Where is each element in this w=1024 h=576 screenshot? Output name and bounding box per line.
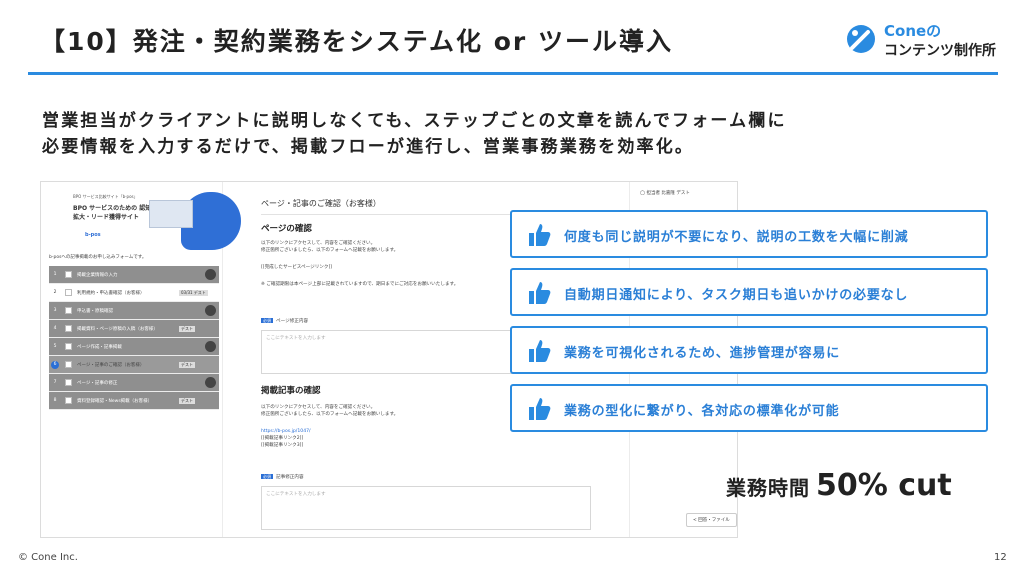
content-title: ページ・記事のご確認（お客様）	[261, 199, 381, 208]
thumbs-up-icon	[529, 398, 551, 420]
thumbs-up-icon	[529, 282, 551, 304]
form-label-text: 記事修正内容	[276, 475, 304, 480]
logo-subtitle-text: コンテンツ制作所	[884, 43, 996, 59]
step-checkbox[interactable]	[65, 271, 72, 278]
benefit-callout: 自動期日通知により、タスク期日も追いかけの必要なし	[510, 268, 988, 316]
benefit-callout: 何度も同じ説明が不要になり、説明の工数を大幅に削減	[510, 210, 988, 258]
avatar	[205, 269, 216, 280]
step-label: ページ・記事の修正	[77, 381, 118, 386]
step-label: ページ作成・記事掲載	[77, 345, 122, 350]
article-link-3[interactable]: [[掲載記事リンク3]]	[261, 442, 591, 449]
hero-brand: b-pos	[85, 232, 101, 238]
article-fix-textarea[interactable]: ここにテキストを入力します	[261, 486, 591, 530]
answer-file-button[interactable]: < 回答・ファイル	[686, 513, 737, 527]
avatar	[205, 377, 216, 388]
required-badge: 必須	[261, 474, 273, 479]
step-checkbox[interactable]	[65, 325, 72, 332]
step-label: 利用規約・申込書確認（お客様）	[77, 291, 145, 296]
assignee-row: ◯ 担当者 比嘉隆 デスト	[640, 190, 690, 196]
step-item[interactable]: 2 利用規約・申込書確認（お客様） 03/31 デスト	[49, 284, 219, 302]
sidebar-lead: b-posへの記事掲載のお申し込みフォームです。	[49, 255, 147, 260]
step-item[interactable]: 1 掲載企業情報の入力	[49, 266, 219, 284]
laptop-illustration-icon	[149, 200, 193, 228]
step-number: 3	[53, 308, 57, 313]
callout-text: 何度も同じ説明が不要になり、説明の工数を大幅に削減	[564, 230, 909, 245]
step-item[interactable]: 4 掲載資料・ページ原稿の入稿（お客様） デスト	[49, 320, 219, 338]
step-tag: デスト	[179, 362, 195, 368]
step-label: 掲載企業情報の入力	[77, 273, 118, 278]
slide-title: 【10】発注・契約業務をシステム化 or ツール導入	[40, 27, 673, 56]
user-icon: ◯	[640, 191, 646, 196]
step-list: 1 掲載企業情報の入力 2 利用規約・申込書確認（お客様） 03/31 デスト …	[49, 266, 219, 410]
form-label-text: ページ修正内容	[276, 319, 309, 324]
step-checkbox[interactable]	[65, 343, 72, 350]
form-label: 必須 ページ修正内容	[261, 318, 308, 324]
callout-text: 業務を可視化されるため、進捗管理が容易に	[564, 346, 841, 361]
step-checkbox[interactable]	[65, 379, 72, 386]
result-value: 50% cut	[816, 468, 952, 503]
step-label: ページ・記事のご確認（お客様）	[77, 363, 145, 368]
step-label: 申込書・原稿確認	[77, 309, 113, 314]
result-summary: 業務時間 50% cut	[726, 468, 952, 503]
step-number: 7	[53, 380, 57, 385]
required-badge: 必須	[261, 318, 273, 323]
step-number: 8	[53, 398, 57, 403]
step-number: 4	[53, 326, 57, 331]
assignee-tag: デスト	[676, 191, 690, 196]
step-number: 5	[53, 344, 57, 349]
step-tag: デスト	[179, 326, 195, 332]
cone-logo-icon	[847, 25, 875, 53]
assignee-label: 担当者	[646, 191, 660, 196]
page-number: 12	[994, 552, 1007, 563]
lead-line-1: 営業担当がクライアントに説明しなくても、ステップごとの文章を読んでフォーム欄に	[42, 111, 787, 131]
step-tag: 03/31 デスト	[179, 290, 208, 296]
section-heading: 掲載記事の確認	[261, 386, 321, 396]
step-item[interactable]: 3 申込書・原稿確認	[49, 302, 219, 320]
step-item[interactable]: 7 ページ・記事の修正	[49, 374, 219, 392]
step-item[interactable]: 8 資料登録確認・News掲載（お客様） デスト	[49, 392, 219, 410]
step-checkbox[interactable]	[65, 307, 72, 314]
step-label: 掲載資料・ページ原稿の入稿（お客様）	[77, 327, 158, 332]
step-checkbox[interactable]	[65, 397, 72, 404]
callout-text: 業務の型化に繋がり、各対応の標準化が可能	[564, 404, 840, 419]
avatar	[205, 305, 216, 316]
footer-copyright: © Cone Inc.	[18, 552, 78, 563]
company-logo: Coneの コンテンツ制作所	[846, 18, 1006, 62]
form-label: 必須 記事修正内容	[261, 474, 304, 480]
lead-line-2: 必要情報を入力するだけで、掲載フローが進行し、営業事務業務を効率化。	[42, 137, 695, 157]
avatar	[205, 341, 216, 352]
step-item-active[interactable]: 6 ページ・記事のご確認（お客様） デスト	[49, 356, 219, 374]
screenshot-sidebar: BPO サービス比較サイト「b-pos」 BPO サービスのための 認知拡大・リ…	[41, 182, 241, 537]
article-link-2[interactable]: [[掲載記事リンク2]]	[261, 435, 591, 442]
step-checkbox[interactable]	[65, 361, 72, 368]
callout-text: 自動期日通知により、タスク期日も追いかけの必要なし	[564, 288, 909, 303]
hero-banner: BPO サービス比較サイト「b-pos」 BPO サービスのための 認知拡大・リ…	[59, 188, 241, 250]
step-item[interactable]: 5 ページ作成・記事掲載	[49, 338, 219, 356]
hero-small-text: BPO サービス比較サイト「b-pos」	[73, 194, 138, 199]
hero-title: BPO サービスのための 認知拡大・リード獲得サイト	[73, 205, 152, 221]
thumbs-up-icon	[529, 224, 551, 246]
step-number: 1	[53, 272, 57, 277]
benefit-callout: 業務を可視化されるため、進捗管理が容易に	[510, 326, 988, 374]
thumbs-up-icon	[529, 340, 551, 362]
step-number: 2	[53, 290, 57, 295]
lead-paragraph: 営業担当がクライアントに説明しなくても、ステップごとの文章を読んでフォーム欄に …	[42, 108, 982, 160]
step-checkbox[interactable]	[65, 289, 72, 296]
step-number: 6	[51, 361, 59, 369]
logo-brand-text: Coneの	[884, 22, 942, 40]
step-tag: デスト	[179, 398, 195, 404]
section-heading: ページの確認	[261, 224, 312, 234]
step-label: 資料登録確認・News掲載（お客様）	[77, 399, 153, 404]
result-label: 業務時間	[726, 476, 810, 500]
assignee-name: 比嘉隆	[661, 191, 675, 196]
benefit-callout: 業務の型化に繋がり、各対応の標準化が可能	[510, 384, 988, 432]
title-divider	[28, 72, 998, 75]
